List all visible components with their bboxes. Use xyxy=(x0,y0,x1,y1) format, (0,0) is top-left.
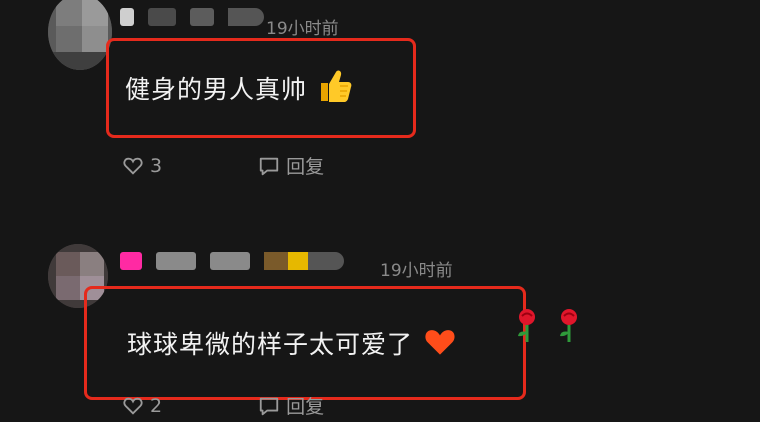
rose-icon xyxy=(556,308,582,348)
comment-time: 19小时前 xyxy=(266,19,339,39)
reply-button[interactable]: 回复 xyxy=(258,152,324,179)
comment-actions: 2 回复 xyxy=(122,392,414,419)
heart-icon xyxy=(423,326,457,360)
speech-bubble-icon xyxy=(258,155,280,177)
like-count: 3 xyxy=(150,154,163,177)
like-button[interactable]: 2 xyxy=(122,395,162,417)
rose-emojis xyxy=(514,308,582,348)
heart-outline-icon xyxy=(122,395,144,417)
comment-actions: 3 回复 xyxy=(122,152,414,179)
speech-bubble-icon xyxy=(258,395,280,417)
reply-label: 回复 xyxy=(286,396,325,418)
reply-button[interactable]: 回复 xyxy=(258,392,324,419)
comment-time: 19小时前 xyxy=(380,261,453,281)
highlighted-comment: 球球卑微的样子太可爱了 xyxy=(84,286,526,400)
like-count: 2 xyxy=(150,394,163,417)
comment-text: 球球卑微的样子太可爱了 xyxy=(127,330,414,359)
like-button[interactable]: 3 xyxy=(122,155,162,177)
rose-icon xyxy=(514,308,540,348)
username-pixelated[interactable] xyxy=(120,252,344,270)
comment-text: 健身的男人真帅 xyxy=(125,75,308,104)
reply-label: 回复 xyxy=(286,156,325,178)
thumbs-up-icon xyxy=(317,69,353,107)
username-pixelated[interactable] xyxy=(120,8,264,26)
heart-outline-icon xyxy=(122,155,144,177)
highlighted-comment: 健身的男人真帅 xyxy=(106,38,416,138)
avatar[interactable] xyxy=(48,0,112,70)
